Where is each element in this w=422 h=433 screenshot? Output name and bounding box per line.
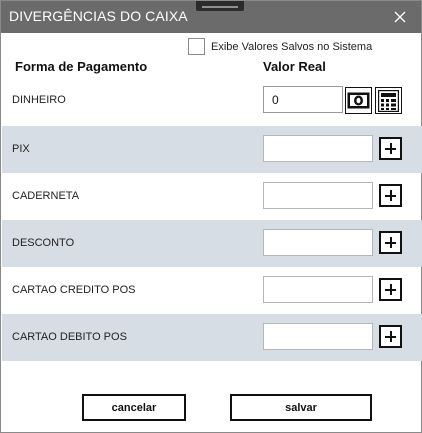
desconto-value-input[interactable] [263, 229, 373, 256]
show-saved-values-label: Exibe Valores Salvos no Sistema [211, 40, 373, 53]
close-icon [394, 11, 406, 23]
payment-row-cartao-debito-pos: CARTAO DEBITO POS [2, 314, 422, 361]
calculator-icon [378, 89, 399, 112]
banknote-icon [347, 92, 370, 109]
payment-label: CADERNETA [12, 190, 80, 202]
desconto-add-button[interactable] [379, 231, 402, 254]
payment-row-pix: PIX [2, 126, 422, 173]
payment-row-cartao-credito-pos: CARTAO CREDITO POS [2, 267, 422, 314]
cartao-debito-value-input[interactable] [263, 323, 373, 350]
cartao-debito-add-button[interactable] [379, 325, 402, 348]
pix-value-input[interactable] [263, 135, 373, 162]
payment-label: DESCONTO [12, 237, 75, 249]
save-button[interactable]: salvar [230, 394, 372, 421]
show-saved-values-option[interactable]: Exibe Valores Salvos no Sistema [188, 38, 372, 55]
cartao-credito-add-button[interactable] [379, 278, 402, 301]
cartao-credito-value-input[interactable] [263, 276, 373, 303]
payment-label: DINHEIRO [12, 94, 66, 106]
real-value-header: Valor Real [263, 59, 326, 74]
title-bar[interactable]: DIVERGÊNCIAS DO CAIXA [1, 1, 421, 33]
caderneta-add-button[interactable] [379, 184, 402, 207]
caderneta-value-input[interactable] [263, 182, 373, 209]
payment-row-caderneta: CADERNETA [2, 173, 422, 220]
window-title: DIVERGÊNCIAS DO CAIXA [9, 8, 188, 24]
close-button[interactable] [385, 1, 415, 33]
payment-label: CARTAO CREDITO POS [12, 284, 136, 296]
payment-label: PIX [12, 143, 30, 155]
calculator-button[interactable] [375, 87, 402, 114]
drag-handle[interactable] [196, 1, 244, 11]
show-saved-values-checkbox[interactable] [188, 38, 205, 55]
divergencias-dialog: DIVERGÊNCIAS DO CAIXA Exibe Valores Salv… [0, 0, 422, 433]
cash-count-button[interactable] [345, 87, 372, 114]
payment-method-header: Forma de Pagamento [15, 59, 148, 74]
pix-add-button[interactable] [379, 137, 402, 160]
cash-value-input[interactable] [263, 86, 343, 113]
cancel-button[interactable]: cancelar [82, 394, 186, 421]
payment-row-desconto: DESCONTO [2, 220, 422, 267]
payment-label: CARTAO DEBITO POS [12, 331, 127, 343]
